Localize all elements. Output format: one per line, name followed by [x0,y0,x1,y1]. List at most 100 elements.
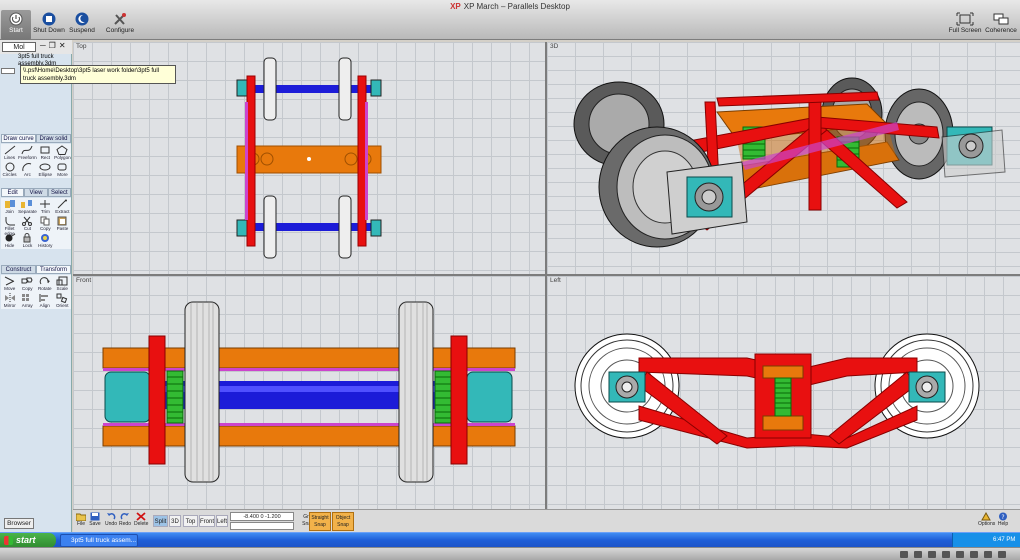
tab-transform[interactable]: Transform [36,265,71,274]
redo-icon [120,513,129,520]
delete-label: Delete [134,521,149,527]
configure-button[interactable]: Configure [104,12,136,39]
browser-button[interactable]: Browser [4,518,34,529]
tool-freeform[interactable]: Freeform [18,144,37,161]
tool-mirror[interactable]: Mirror [1,292,19,309]
tool-circles[interactable]: Circles [1,161,18,178]
tab-edit[interactable]: Edit [1,188,25,197]
tool-ellipse[interactable]: Ellipse [37,161,54,178]
tool-mirror-label: Mirror [3,303,16,308]
tool-extract[interactable]: Extract [54,198,71,215]
undo-icon [107,513,116,520]
stop-icon [42,12,56,26]
dock-app-icon[interactable] [942,551,950,558]
redo-label: Redo [119,521,131,527]
move-icon [4,276,14,286]
tool-separate-label: Separate [18,209,37,214]
tool-hide[interactable]: Hide [1,232,18,249]
dock-app-icon[interactable] [998,551,1006,558]
suspend-label: Suspend [69,27,95,34]
fullscreen-button[interactable]: Full Screen [948,12,982,39]
dock-app-icon[interactable] [900,551,908,558]
tool-align[interactable]: Align [36,292,54,309]
coordinate-input[interactable] [230,522,294,530]
view-3d-button[interactable]: 3D [169,515,181,527]
tool-fillet[interactable]: Fillet edge [1,215,18,236]
start-button[interactable]: start [0,533,56,548]
tool-separate[interactable]: Separate [18,198,37,215]
tool-lines[interactable]: Lines [1,144,18,161]
tool-orient[interactable]: Orient [54,292,72,309]
viewport-front[interactable]: Front [73,276,545,509]
tool-lock[interactable]: Lock [18,232,37,249]
fullscreen-icon [956,12,974,26]
tab-construct[interactable]: Construct [1,265,36,274]
command-input[interactable] [1,68,15,74]
rectangle-icon [40,146,50,154]
tool-scale[interactable]: Scale [54,275,72,292]
dock-app-icon[interactable] [956,551,964,558]
tools-icon [114,13,126,25]
tool-polygon[interactable]: Polygon [54,144,71,161]
dock-app-icon[interactable] [914,551,922,558]
tab-draw-solid[interactable]: Draw solid [36,134,71,143]
shutdown-button[interactable]: Shut Down [33,12,65,39]
tool-move[interactable]: Move [1,275,19,292]
tab-view[interactable]: View [24,188,48,197]
start-vm-button[interactable]: Start [2,12,30,39]
tool-join[interactable]: Join [1,198,18,215]
rotate-icon [39,277,50,285]
copy-objects-icon [21,277,33,284]
tool-copy[interactable]: Copy [37,215,54,232]
parallels-toolbar: XP XP March – Parallels Desktop Start Shu… [0,0,1020,40]
tool-trim[interactable]: Trim [37,198,54,215]
straight-snap-toggle[interactable]: Straight Snap [309,512,331,531]
tab-draw-curve[interactable]: Draw curve [1,134,36,143]
palette-window-controls[interactable]: ─❐✕ [40,41,69,50]
dock-app-icon[interactable] [928,551,936,558]
mac-dock [0,547,1020,560]
viewport-left[interactable]: Left [547,276,1020,509]
tool-more[interactable]: More [54,161,71,178]
coherence-button[interactable]: Coherence [984,12,1018,39]
xp-badge-icon: XP [450,2,461,11]
tool-history[interactable]: History [37,232,54,249]
taskbar-item-label: 3pt5 full truck assem... [71,537,137,544]
suspend-button[interactable]: Suspend [67,12,97,39]
tool-cut[interactable]: Cut [18,215,37,232]
view-split-button[interactable]: Split [153,515,168,527]
window-title-text: XP March – Parallels Desktop [463,2,570,11]
tool-array-label: Array [21,303,33,308]
layer-selector[interactable]: Mol [2,42,36,52]
taskbar-item-moi[interactable]: 3pt5 full truck assem... [60,534,138,547]
dock-app-icon[interactable] [970,551,978,558]
undo-button[interactable]: Undo [105,512,117,527]
options-button[interactable]: Options [978,512,995,527]
object-snap-toggle[interactable]: Object Snap [332,512,354,531]
view-top-button[interactable]: Top [183,515,198,527]
tool-rect[interactable]: Rect [37,144,54,161]
tool-scale-label: Scale [56,286,69,291]
tool-arc[interactable]: Arc [18,161,37,178]
tool-paste[interactable]: Paste [54,215,71,232]
tool-hide-label: Hide [4,243,15,248]
fullscreen-label: Full Screen [948,27,982,34]
tool-rotate[interactable]: Rotate [36,275,54,292]
redo-button[interactable]: Redo [119,512,131,527]
file-button[interactable]: File [75,512,87,527]
tab-select[interactable]: Select [47,188,71,197]
viewport-3d[interactable]: 3D [547,42,1020,274]
tool-lock-label: Lock [22,243,33,248]
delete-button[interactable]: Delete [134,512,148,527]
curve-icon [21,145,33,155]
view-left-button[interactable]: Left [216,515,228,527]
view-front-button[interactable]: Front [199,515,215,527]
palette-header: Mol ─❐✕ [0,40,72,54]
status-bar: File Save Undo Redo Delete Split 3D Top … [73,509,1020,532]
save-button[interactable]: Save [89,512,101,527]
help-button[interactable]: ? Help [996,512,1010,527]
tool-copy-transform[interactable]: Copy [19,275,37,292]
dock-app-icon[interactable] [984,551,992,558]
tool-array[interactable]: Array [19,292,37,309]
floppy-icon [90,512,100,521]
